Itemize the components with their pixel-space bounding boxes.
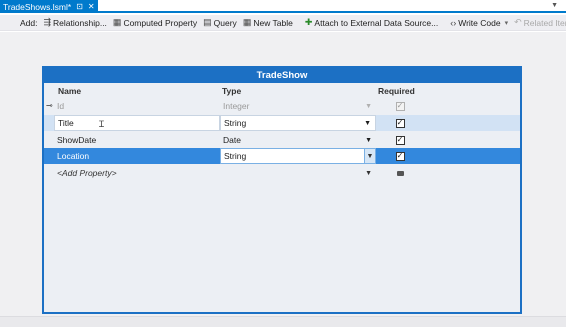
property-name[interactable]: Location bbox=[54, 148, 220, 164]
write-code-label: Write Code bbox=[458, 17, 501, 28]
property-type-text: String bbox=[224, 151, 247, 161]
query-label: Query bbox=[213, 17, 237, 28]
property-row-location[interactable]: Location String ▼ ✓ bbox=[44, 148, 520, 164]
required-checkbox[interactable]: ✓ bbox=[395, 118, 405, 128]
chevron-down-icon[interactable]: ▼ bbox=[365, 137, 372, 144]
property-type-select[interactable]: String ▼ bbox=[220, 115, 376, 131]
property-row-title[interactable]: Title Ɪ String ▼ ✓ bbox=[44, 115, 520, 131]
required-cell: ✓ bbox=[376, 132, 424, 148]
entity-tradeshow: TradeShow Name Type Required ⊸ Id Intege… bbox=[42, 66, 522, 314]
required-cell bbox=[376, 165, 424, 181]
add-label: Add: bbox=[20, 17, 38, 28]
property-row-id[interactable]: ⊸ Id Integer ▼ ✓ bbox=[44, 98, 520, 114]
required-checkbox[interactable]: ✓ bbox=[395, 151, 405, 161]
required-placeholder-icon bbox=[396, 170, 404, 176]
property-name[interactable]: ShowDate bbox=[54, 132, 220, 148]
required-checkbox: ✓ bbox=[395, 101, 405, 111]
computed-property-button[interactable]: ▦ Computed Property bbox=[113, 17, 197, 28]
designer-toolbar: Add: ⇶ Relationship... ▦ Computed Proper… bbox=[0, 15, 566, 31]
property-name-text: Location bbox=[57, 151, 90, 161]
chevron-down-icon[interactable]: ▼ bbox=[365, 170, 372, 177]
property-type-text: String bbox=[224, 118, 247, 128]
required-cell: ✓ bbox=[376, 148, 424, 164]
pin-icon[interactable]: ⊡ bbox=[76, 2, 83, 11]
add-property-input[interactable]: <Add Property> bbox=[54, 165, 220, 181]
property-type-text: Date bbox=[223, 135, 241, 145]
attach-external-data-button[interactable]: ✚ Attach to External Data Source... bbox=[305, 17, 438, 28]
required-cell: ✓ bbox=[376, 115, 424, 131]
text-cursor-icon: Ɪ bbox=[99, 118, 105, 129]
property-name[interactable]: Id bbox=[54, 98, 220, 114]
chevron-down-icon[interactable]: ▼ bbox=[364, 149, 375, 163]
property-type-select[interactable]: ▼ bbox=[220, 165, 376, 181]
property-type-select[interactable]: String ▼ bbox=[220, 148, 376, 164]
related-items-button[interactable]: ↶ Related Items ▾ bbox=[514, 17, 566, 28]
document-tabstrip: TradeShows.lsml* ⊡ ✕ ▼ bbox=[0, 0, 566, 13]
column-header-name: Name bbox=[58, 86, 82, 96]
chevron-down-icon: ▾ bbox=[504, 19, 509, 27]
write-code-button[interactable]: ‹› Write Code ▾ bbox=[450, 18, 508, 28]
tab-overflow-icon[interactable]: ▼ bbox=[551, 2, 558, 9]
chevron-down-icon[interactable]: ▼ bbox=[364, 120, 371, 127]
table-icon: ▦ bbox=[242, 17, 252, 27]
document-tab[interactable]: TradeShows.lsml* ⊡ ✕ bbox=[0, 0, 98, 13]
column-header-type: Type bbox=[222, 86, 242, 96]
code-icon: ‹› bbox=[450, 17, 457, 28]
property-type: Integer ▼ bbox=[220, 98, 376, 114]
relationship-icon: ⇶ bbox=[43, 17, 52, 27]
property-name-text: Id bbox=[57, 101, 65, 111]
property-row-showdate[interactable]: ShowDate Date ▼ ✓ bbox=[44, 132, 520, 148]
new-table-button[interactable]: ▦ New Table bbox=[243, 17, 293, 28]
close-icon[interactable]: ✕ bbox=[88, 2, 95, 11]
new-table-label: New Table bbox=[253, 17, 293, 28]
add-property-text: <Add Property> bbox=[57, 168, 117, 178]
horizontal-scrollbar[interactable] bbox=[0, 316, 566, 327]
add-property-row[interactable]: <Add Property> ▼ bbox=[44, 165, 520, 181]
related-items-label: Related Items bbox=[523, 17, 566, 28]
grid-header: Name Type Required bbox=[44, 85, 520, 97]
query-icon: ▤ bbox=[203, 17, 212, 27]
entity-title: TradeShow bbox=[44, 68, 520, 83]
required-cell: ✓ bbox=[376, 98, 424, 114]
external-data-icon: ✚ bbox=[304, 17, 313, 27]
required-checkbox[interactable]: ✓ bbox=[395, 135, 405, 145]
property-type-select[interactable]: Date ▼ bbox=[220, 132, 376, 148]
chevron-down-icon: ▼ bbox=[365, 102, 372, 110]
query-button[interactable]: ▤ Query bbox=[203, 17, 237, 28]
property-type-text: Integer bbox=[223, 101, 250, 111]
key-icon: ⊸ bbox=[46, 101, 53, 110]
related-items-icon: ↶ bbox=[514, 17, 522, 27]
property-name-text: Title bbox=[58, 118, 74, 128]
property-name-input[interactable]: Title Ɪ bbox=[54, 115, 220, 131]
attach-external-data-label: Attach to External Data Source... bbox=[314, 17, 439, 28]
computed-property-label: Computed Property bbox=[123, 17, 198, 28]
computed-property-icon: ▦ bbox=[112, 17, 122, 27]
tab-title: TradeShows.lsml* bbox=[3, 1, 72, 12]
relationship-button[interactable]: ⇶ Relationship... bbox=[44, 17, 107, 28]
column-header-required: Required bbox=[378, 86, 415, 96]
property-name-text: ShowDate bbox=[57, 135, 97, 145]
relationship-label: Relationship... bbox=[53, 17, 107, 28]
